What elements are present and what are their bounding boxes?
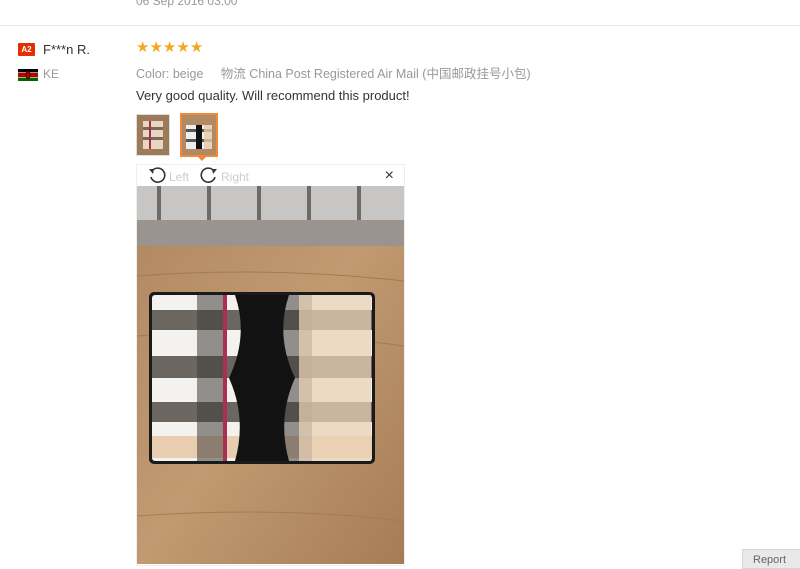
shipping-value: China Post Registered Air Mail (中国邮政挂号小包… <box>249 67 531 81</box>
review-meta: Color: beige 物流 China Post Registered Ai… <box>136 63 531 82</box>
review-photo-thumbnail[interactable] <box>136 114 170 156</box>
reviewer-name: F***n R. <box>43 41 90 57</box>
previous-review-date: 06 Sep 2016 03:00 <box>136 0 238 8</box>
star-icon: ★ <box>136 39 150 56</box>
rotate-left-button[interactable]: Left <box>147 165 189 188</box>
rotate-left-icon <box>147 165 169 188</box>
report-button[interactable]: Report <box>742 549 800 569</box>
rotate-right-icon <box>199 165 221 188</box>
star-icon: ★ <box>176 39 190 56</box>
review-comment: Very good quality. Will recommend this p… <box>136 88 410 103</box>
shipping-label: 物流 <box>220 67 246 81</box>
review-photo-thumbnail-active[interactable] <box>180 113 218 157</box>
star-icon: ★ <box>149 39 163 56</box>
color-label: Color: <box>136 67 170 81</box>
rotate-right-button[interactable]: Right <box>199 165 249 188</box>
thumbnail-pointer <box>196 155 208 161</box>
reviewer-info: A2 F***n R. KE <box>18 40 90 81</box>
star-icon: ★ <box>162 39 177 56</box>
rotate-right-label: Right <box>221 169 250 184</box>
buyer-level-badge: A2 <box>18 42 35 56</box>
rotate-left-label: Left <box>169 169 190 184</box>
rating-stars: ★ ★ ★ ★ ★ <box>136 40 203 55</box>
viewer-toolbar: Left Right × <box>137 165 404 186</box>
close-icon[interactable]: × <box>385 168 394 184</box>
reviewer-country: KE <box>43 67 60 81</box>
review-thumbnails <box>136 113 228 157</box>
kenya-flag-icon <box>18 68 38 81</box>
review-divider <box>0 25 800 26</box>
color-value: beige <box>172 67 204 81</box>
review-photo <box>137 186 404 564</box>
star-icon: ★ <box>189 39 204 56</box>
photo-viewer: Left Right × <box>136 164 405 566</box>
